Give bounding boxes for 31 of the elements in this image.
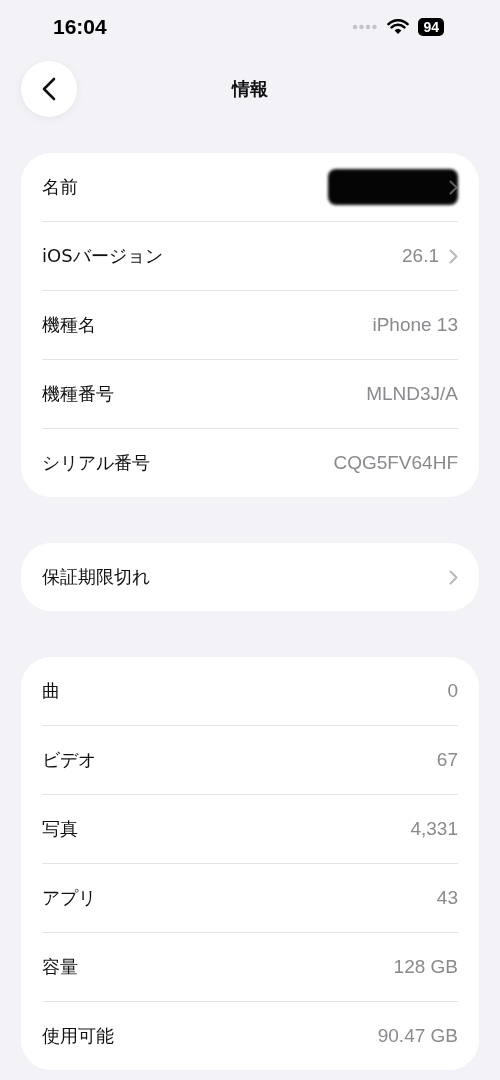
row-label: 名前 (42, 175, 78, 199)
row-value: 4,331 (410, 818, 458, 840)
battery-level: 94 (418, 18, 444, 36)
row-value: MLND3J/A (366, 383, 458, 405)
row-value: CQG5FV64HF (333, 452, 458, 474)
row-label: ビデオ (42, 748, 96, 772)
row-label: 写真 (42, 817, 78, 841)
status-time: 16:04 (53, 15, 107, 39)
row-label: 曲 (42, 679, 60, 703)
row-label: iOSバージョン (42, 244, 163, 268)
chevron-icon (449, 569, 458, 585)
row-label: シリアル番号 (42, 451, 150, 475)
row-label: 機種番号 (42, 382, 114, 406)
signal-icon (352, 24, 379, 30)
back-icon (42, 77, 56, 101)
row-label: 容量 (42, 955, 78, 979)
row-value: 128 GB (393, 956, 458, 978)
row-value: 43 (436, 887, 458, 909)
row-value: 26.1 (402, 245, 439, 267)
chevron-icon (449, 248, 458, 264)
row-label: 機種名 (42, 313, 96, 337)
row-label: 使用可能 (42, 1024, 114, 1048)
chevron-icon (449, 179, 458, 195)
wifi-icon (387, 19, 410, 35)
row-value: iPhone 13 (372, 314, 458, 336)
row-label: アプリ (42, 886, 96, 910)
row-label: 保証期限切れ (42, 565, 150, 589)
row-value: 0 (447, 680, 458, 702)
row-value: 90.47 GB (377, 1025, 458, 1047)
row-value: 67 (436, 749, 458, 771)
page-title: 情報 (232, 77, 268, 101)
